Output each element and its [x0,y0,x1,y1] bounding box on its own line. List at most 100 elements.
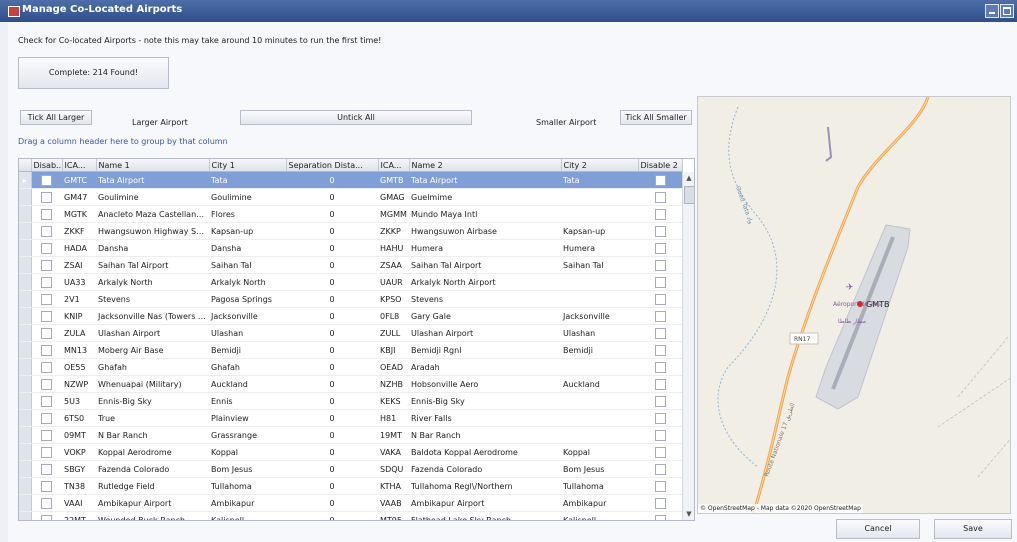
disable1-checkbox[interactable] [31,188,62,206]
disable2-checkbox[interactable] [638,392,682,410]
disable1-checkbox[interactable] [31,392,62,410]
disable2-checkbox[interactable] [638,511,682,520]
disable1-checkbox[interactable] [31,273,62,291]
column-header[interactable]: Disable 2 [638,159,683,172]
disable2-checkbox[interactable] [638,358,682,376]
disable1-checkbox[interactable] [31,341,62,359]
scroll-thumb[interactable] [684,186,694,204]
disable2-checkbox[interactable] [638,273,682,291]
checkbox[interactable] [654,497,666,509]
checkbox[interactable] [654,514,666,520]
group-by-panel[interactable]: Drag a column header here to group by th… [18,137,228,146]
checkbox[interactable] [41,429,53,441]
checkbox[interactable] [654,276,666,288]
disable2-checkbox[interactable] [638,409,682,427]
checkbox[interactable] [654,327,666,339]
checkbox[interactable] [654,293,666,305]
disable2-checkbox[interactable] [638,307,682,325]
checkbox[interactable] [654,480,666,492]
column-header[interactable]: ICA... [62,159,97,172]
table-row[interactable]: HADA Dansha Dansha 0 HAHU Humera Humera [19,239,682,257]
disable1-checkbox[interactable] [31,324,62,342]
table-row[interactable]: MGTK Anacleto Maza Castellanos ... Flores 0… [19,205,682,223]
table-row[interactable]: NZWP Whenuapai (Military) Auckland 0 NZHB Hob… [19,375,682,393]
checkbox[interactable] [41,361,53,373]
checkbox[interactable] [41,259,53,271]
checkbox[interactable] [654,174,666,186]
checkbox[interactable] [654,361,666,373]
disable1-checkbox[interactable] [31,460,62,478]
disable1-checkbox[interactable] [31,290,62,308]
checkbox[interactable] [654,395,666,407]
disable1-checkbox[interactable] [31,205,62,223]
table-row[interactable]: 2V1 Stevens Pagosa Springs 0 KPSO Stevens [19,290,682,308]
table-row[interactable]: 09MT N Bar Ranch Grassrange 0 19MT N Bar Ranc… [19,426,682,444]
cancel-button[interactable]: Cancel [836,519,920,539]
checkbox[interactable] [41,208,53,220]
disable2-checkbox[interactable] [638,256,682,274]
checkbox[interactable] [654,378,666,390]
checkbox[interactable] [41,480,53,492]
table-row[interactable]: ZSAI Saihan Tal Airport Saihan Tal 0 ZSAA Sai… [19,256,682,274]
table-row[interactable]: VAAI Ambikapur Airport Ambikapur 0 VAAB Ambik… [19,494,682,512]
table-row[interactable]: VOKP Koppal Aerodrome Koppal 0 VAKA Baldota K… [19,443,682,461]
disable2-checkbox[interactable] [638,222,682,240]
checkbox[interactable] [654,208,666,220]
disable1-checkbox[interactable] [31,443,62,461]
checkbox[interactable] [41,463,53,475]
checkbox[interactable] [654,463,666,475]
checkbox[interactable] [654,446,666,458]
save-button[interactable]: Save [934,519,1012,539]
disable2-checkbox[interactable] [638,460,682,478]
table-row[interactable]: TN38 Rutledge Field Tullahoma 0 KTHA Tullahom… [19,477,682,495]
scroll-up-icon[interactable]: ▲ [684,173,694,183]
checkbox[interactable] [41,310,53,322]
table-row[interactable]: GM47 Goulimine Goulimine 0 GMAG Guelmime [19,188,682,206]
checkbox[interactable] [41,446,53,458]
checkbox[interactable] [41,276,53,288]
disable1-checkbox[interactable] [31,307,62,325]
disable1-checkbox[interactable] [31,494,62,512]
disable1-checkbox[interactable] [31,477,62,495]
disable2-checkbox[interactable] [638,188,682,206]
disable2-checkbox[interactable] [638,426,682,444]
checkbox[interactable] [41,327,53,339]
disable1-checkbox[interactable] [31,222,62,240]
table-row[interactable]: ZKKF Hwangsuwon Highway Strip... Kapsan-up… [19,222,682,240]
checkbox[interactable] [654,310,666,322]
checkbox[interactable] [654,412,666,424]
airport-map[interactable]: ✈ GMTB Aéroport de Tata مطار طاطا RN17 R… [697,96,1011,514]
disable2-checkbox[interactable] [638,239,682,257]
table-row[interactable]: MN13 Moberg Air Base Bemidji 0 KBJI Bemidji R… [19,341,682,359]
disable2-checkbox[interactable] [638,171,682,189]
table-row[interactable]: KNIP Jacksonville Nas (Towers Fld) Jackson… [19,307,682,325]
column-header[interactable]: Separation Dista... [286,159,379,172]
disable2-checkbox[interactable] [638,375,682,393]
disable2-checkbox[interactable] [638,341,682,359]
minimize-button[interactable] [985,4,999,18]
checkbox[interactable] [41,378,53,390]
table-row[interactable]: ▸ GMTC Tata Airport Tata 0 GMTB Tata Airport Ta… [19,171,682,189]
checkbox[interactable] [654,225,666,237]
complete-button[interactable]: Complete: 214 Found! [18,57,169,89]
column-header[interactable]: City 2 [561,159,639,172]
checkbox[interactable] [41,191,53,203]
checkbox[interactable] [41,497,53,509]
disable1-checkbox[interactable] [31,239,62,257]
disable2-checkbox[interactable] [638,494,682,512]
disable1-checkbox[interactable] [31,409,62,427]
table-row[interactable]: SBGY Fazenda Colorado Bom Jesus 0 SDQU Fazend… [19,460,682,478]
table-row[interactable]: UA33 Arkalyk North Arkalyk North 0 UAUR Arkal… [19,273,682,291]
table-row[interactable]: ZULA Ulashan Airport Ulashan 0 ZULL Ulashan A… [19,324,682,342]
scroll-down-icon[interactable]: ▼ [684,509,694,519]
column-header[interactable]: ICA... [378,159,410,172]
checkbox[interactable] [654,191,666,203]
disable2-checkbox[interactable] [638,205,682,223]
table-row[interactable]: 6TS0 True Plainview 0 H81 River Falls [19,409,682,427]
checkbox[interactable] [41,344,53,356]
disable2-checkbox[interactable] [638,290,682,308]
column-header[interactable]: Disab... [31,159,63,172]
checkbox[interactable] [654,259,666,271]
checkbox[interactable] [41,514,53,520]
checkbox[interactable] [41,174,53,186]
